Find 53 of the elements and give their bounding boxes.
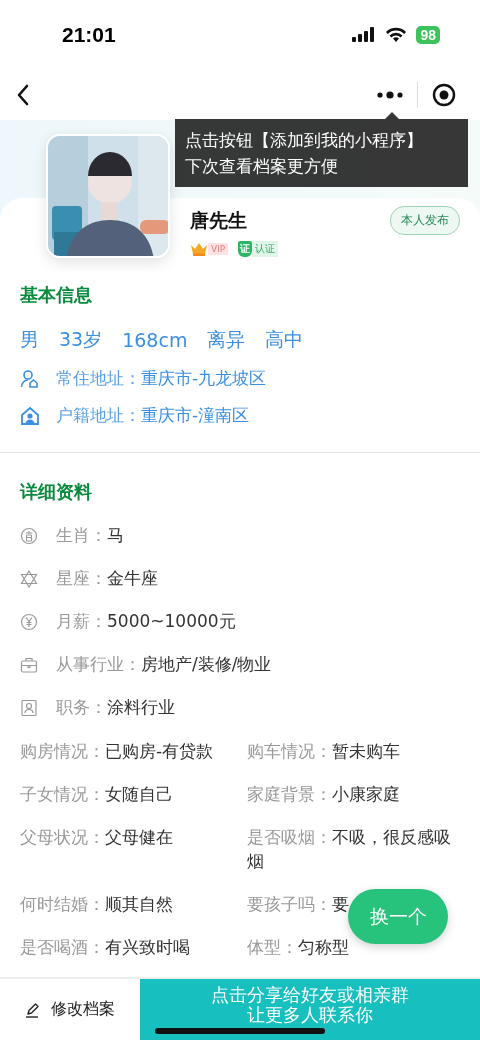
detail-value: 5000~10000元: [107, 610, 236, 633]
detail-entry: 父母状况：父母健在: [20, 825, 173, 849]
detail-value: 涂料行业: [107, 696, 175, 719]
edit-profile-button[interactable]: 修改档案: [0, 979, 140, 1040]
info-tag: 男: [20, 327, 39, 353]
info-tag: 168cm: [122, 329, 188, 351]
id-badge-icon: [20, 698, 38, 717]
detail-entry: 要孩子吗：要: [247, 892, 349, 916]
briefcase-icon: [20, 655, 38, 674]
detail-label: 从事行业：: [56, 653, 141, 676]
wifi-icon: [385, 27, 408, 43]
back-icon: [16, 84, 30, 106]
section-title: 基本信息: [20, 283, 93, 307]
address-value: 重庆市-潼南区: [141, 404, 250, 427]
detail-value: 马: [107, 524, 124, 547]
detail-label: 月薪：: [56, 610, 107, 633]
battery-indicator: 98: [416, 26, 440, 44]
detail-entry: 子女情况：女随自己: [20, 782, 173, 806]
detail-entry: 体型：匀称型: [247, 935, 349, 959]
address-label: 常住地址：: [56, 367, 141, 390]
person-name: 唐先生: [190, 207, 247, 233]
signal-icon: [352, 27, 377, 43]
info-tag: 离异: [207, 327, 246, 353]
detail-entry: 购车情况：暂未购车: [247, 739, 400, 763]
zodiac-icon: [20, 526, 38, 545]
detail-entry: 何时结婚：顺其自然: [20, 892, 173, 916]
record-icon: [432, 83, 456, 107]
person-house-icon: [20, 368, 40, 389]
detail-entry: 是否吸烟：不吸，很反感吸烟: [247, 825, 452, 873]
detail-entry: 家庭背景：小康家庭: [247, 782, 400, 806]
detail-value: 房地产/装修/物业: [141, 653, 272, 676]
address-label: 户籍地址：: [56, 404, 141, 427]
share-button[interactable]: 点击分享给好友或相亲群 让更多人联系你: [140, 979, 480, 1040]
pencil-icon: [25, 1001, 41, 1018]
address-value: 重庆市-九龙坡区: [141, 367, 267, 390]
detail-entry: 购房情况：已购房-有贷款: [20, 739, 214, 763]
status-time: 21:01: [62, 23, 116, 47]
star-of-david-icon: [20, 569, 38, 588]
house-person-icon: [20, 405, 40, 426]
detail-label: 职务：: [56, 696, 107, 719]
info-tag: 高中: [265, 327, 304, 353]
info-tag: 33岁: [59, 327, 103, 353]
detail-label: 生肖：: [56, 524, 107, 547]
detail-value: 金牛座: [107, 567, 158, 590]
crown-icon: [190, 242, 208, 256]
section-title: 详细资料: [20, 480, 93, 504]
vip-badge: VIP: [190, 241, 229, 257]
publisher-tag: 本人发布: [390, 206, 460, 235]
detail-label: 星座：: [56, 567, 107, 590]
more-icon: [377, 91, 403, 99]
detail-entry: 是否喝酒：有兴致时喝: [20, 935, 190, 959]
yen-icon: [20, 612, 38, 631]
tooltip-arrow: [385, 112, 399, 119]
